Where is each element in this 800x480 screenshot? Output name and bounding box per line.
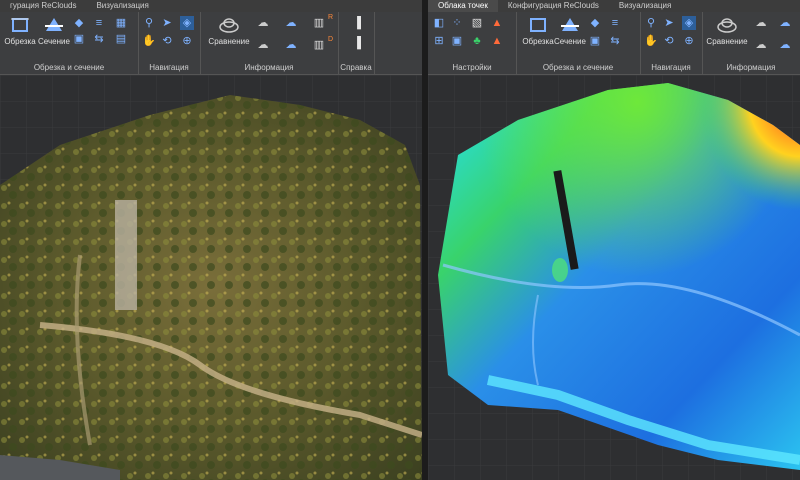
database-r-icon[interactable]: ▥ [312, 16, 326, 30]
database-d-icon[interactable]: ▥ [312, 38, 326, 52]
cloud-info-icon[interactable]: ☁ [778, 16, 792, 30]
left-group-navigation: ⚲ ➤ ◈ ✋ ⟲ ⊕ Навигация [138, 12, 201, 74]
right-compare-label: Сравнение [706, 37, 748, 46]
cloud-question-icon[interactable]: ☁ [778, 38, 792, 52]
cloud-question-icon[interactable]: ☁ [284, 38, 298, 52]
filter-icon[interactable]: ⊞ [432, 34, 446, 48]
pointer-icon[interactable]: ➤ [160, 16, 174, 30]
d-badge: D [328, 36, 334, 43]
elevation-icon[interactable]: ▲ [490, 34, 504, 48]
orbit-icon[interactable]: ◈ [180, 16, 194, 30]
image-icon[interactable]: ▧ [470, 16, 484, 30]
cloud-icon[interactable]: ☁ [754, 16, 768, 30]
cube-icon[interactable]: ◆ [72, 16, 86, 30]
building-strip [115, 200, 137, 310]
left-group-help: ▐ ▐ Справка [338, 12, 375, 74]
cube-icon[interactable]: ◆ [588, 16, 602, 30]
box-select-icon[interactable]: ▣ [72, 32, 86, 46]
left-crop-label: Обрезка [4, 37, 36, 46]
right-viewport-heightmap[interactable] [428, 75, 800, 480]
left-viewport-orthophoto[interactable] [0, 75, 422, 480]
tree-icon[interactable]: ♣ [470, 34, 484, 48]
left-group-label-info: Информация [244, 63, 294, 72]
left-group-information: Сравнение ☁ ☁ ☁ ☁ ▥ R ▥ D Информация [200, 12, 339, 74]
right-group-settings: ◧ ⁘ ▧ ▲ ⊞ ▣ ♣ ▲ Настройки [428, 12, 517, 74]
rotate-icon[interactable]: ⟲ [160, 34, 174, 48]
orbit-icon[interactable]: ◈ [682, 16, 696, 30]
left-tab-config[interactable]: гурация ReClouds [0, 0, 86, 12]
left-section-button[interactable]: Сечение [34, 15, 74, 46]
cloud-info-icon[interactable]: ☁ [284, 16, 298, 30]
cloud-icon[interactable]: ☁ [256, 16, 270, 30]
compare-cloud-icon [717, 18, 737, 33]
palette-icon[interactable]: ◧ [432, 16, 446, 30]
left-group-label-crop: Обрезка и сечение [33, 63, 105, 72]
r-badge: R [328, 14, 334, 21]
table-icon[interactable]: ▤ [114, 32, 128, 46]
right-group-navigation: ⚲ ➤ ◈ ✋ ⟲ ⊕ Навигация [640, 12, 703, 74]
split-icon[interactable]: ⇆ [608, 34, 622, 48]
right-section-button[interactable]: Сечение [550, 15, 590, 46]
color-chart-icon[interactable]: ▲ [490, 16, 504, 30]
right-tab-point-clouds[interactable]: Облака точек [428, 0, 498, 12]
book-icon[interactable]: ▐ [348, 16, 366, 34]
points-icon[interactable]: ⁘ [450, 16, 464, 30]
section-icon [45, 18, 63, 31]
left-tab-visualization[interactable]: Визуализация [86, 0, 158, 12]
book-settings-icon[interactable]: ▐ [348, 36, 366, 54]
pan-hand-icon[interactable]: ✋ [142, 34, 156, 48]
grid-icon[interactable]: ▦ [114, 16, 128, 30]
box-select-icon[interactable]: ▣ [588, 34, 602, 48]
crop-icon [530, 18, 546, 32]
layers-icon[interactable]: ≡ [92, 16, 106, 30]
pin-icon[interactable]: ⚲ [644, 16, 658, 30]
split-icon[interactable]: ⇆ [92, 32, 106, 46]
right-group-label-crop: Обрезка и сечение [542, 63, 614, 72]
zoom-icon[interactable]: ⊕ [682, 34, 696, 48]
right-group-label-nav: Навигация [651, 63, 691, 72]
pin-icon[interactable]: ⚲ [142, 16, 156, 30]
right-tab-bar: Облака точек Конфигурация ReClouds Визуа… [428, 0, 800, 12]
right-group-label-info: Информация [726, 63, 776, 72]
left-group-label-nav: Навигация [149, 63, 189, 72]
cloud-search-icon[interactable]: ☁ [256, 38, 270, 52]
left-tab-bar: гурация ReClouds Визуализация [0, 0, 422, 12]
pointer-icon[interactable]: ➤ [662, 16, 676, 30]
left-group-crop-section: Обрезка Сечение ◆ ▣ ≡ ⇆ ▦ ▤ Обрезка и се… [0, 12, 139, 74]
left-compare-button[interactable]: Сравнение [206, 15, 252, 46]
right-group-information: Сравнение ☁ ☁ ☁ ☁ Информация [702, 12, 800, 74]
orthophoto-scene [0, 75, 422, 480]
section-icon [561, 18, 579, 31]
right-group-crop-section: Обрезка Сечение ◆ ▣ ≡ ⇆ Обрезка и сечени… [516, 12, 641, 74]
right-window: Облака точек Конфигурация ReClouds Визуа… [428, 0, 800, 480]
left-compare-label: Сравнение [208, 37, 250, 46]
right-tab-config[interactable]: Конфигурация ReClouds [498, 0, 609, 12]
left-window: гурация ReClouds Визуализация Обрезка Се… [0, 0, 422, 480]
compare-cloud-icon [219, 18, 239, 33]
layers-icon[interactable]: ≡ [608, 16, 622, 30]
right-crop-label: Обрезка [522, 37, 554, 46]
zoom-icon[interactable]: ⊕ [180, 34, 194, 48]
pan-hand-icon[interactable]: ✋ [644, 34, 658, 48]
select-icon[interactable]: ▣ [450, 34, 464, 48]
right-group-label-settings: Настройки [452, 63, 492, 72]
left-ribbon: Обрезка Сечение ◆ ▣ ≡ ⇆ ▦ ▤ Обрезка и се… [0, 12, 422, 75]
right-tab-visualization[interactable]: Визуализация [609, 0, 681, 12]
crop-icon [11, 18, 29, 32]
left-section-label: Сечение [38, 37, 70, 46]
right-ribbon: ◧ ⁘ ▧ ▲ ⊞ ▣ ♣ ▲ Настройки Обрезка Сечени… [428, 12, 800, 75]
rotate-icon[interactable]: ⟲ [662, 34, 676, 48]
left-group-label-help: Справка [340, 63, 372, 72]
right-section-label: Сечение [554, 37, 586, 46]
right-compare-button[interactable]: Сравнение [704, 15, 750, 46]
cloud-search-icon[interactable]: ☁ [754, 38, 768, 52]
point-cloud-heightmap [428, 75, 800, 480]
